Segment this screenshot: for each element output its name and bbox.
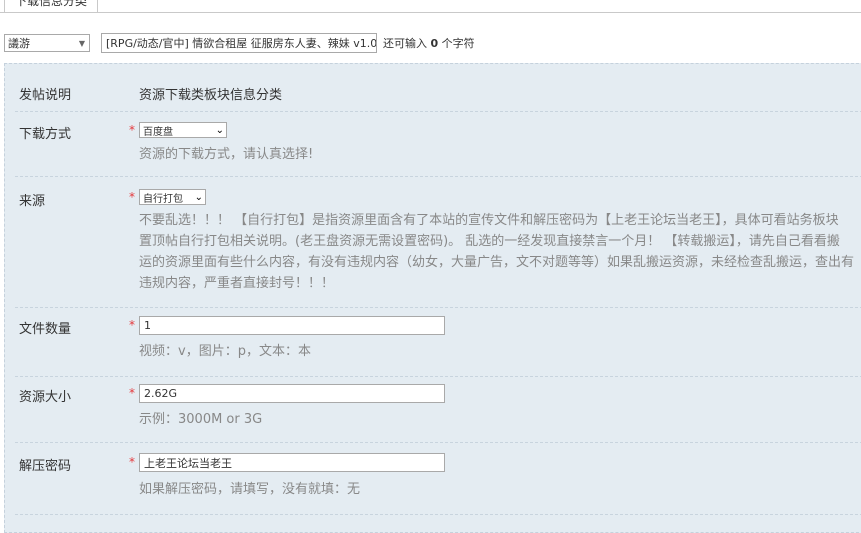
source-label: 来源 xyxy=(19,194,46,209)
title-input-value: [RPG/动态/官中] 情欲合租屋 征服房东人妻、辣妹 v1.01 xyxy=(106,37,377,50)
required-marker: * xyxy=(129,123,135,137)
post-note-value: 资源下载类板块信息分类 xyxy=(139,88,283,103)
required-marker: * xyxy=(129,386,135,400)
download-method-desc: 资源的下载方式，请认真选择! xyxy=(139,147,314,162)
row-unzip-password: 解压密码 * 上老王论坛当老王 如果解压密码，请填写，没有就填：无 xyxy=(15,442,861,515)
required-marker: * xyxy=(129,455,135,469)
row-file-count: 文件数量 * 1 视频：v，图片：p，文本：本 xyxy=(15,307,861,377)
row-download-method: 下载方式 * 百度盘 ⌄ 资源的下载方式，请认真选择! xyxy=(15,111,861,177)
info-form-panel: 发帖说明 资源下载类板块信息分类 下载方式 * 百度盘 ⌄ 资源的下载方式，请认… xyxy=(4,63,861,533)
chevron-down-icon: ▼ xyxy=(78,38,85,48)
resource-size-label: 资源大小 xyxy=(19,390,72,405)
tab-baseline xyxy=(0,12,861,13)
title-toolbar: 議游 ▼ [RPG/动态/官中] 情欲合租屋 征服房东人妻、辣妹 v1.01 还… xyxy=(4,33,475,53)
file-count-input[interactable]: 1 xyxy=(139,316,445,335)
char-count: 0 xyxy=(430,37,439,50)
category-select[interactable]: 議游 ▼ xyxy=(4,34,90,52)
download-method-select[interactable]: 百度盘 ⌄ xyxy=(139,122,227,138)
resource-size-input[interactable]: 2.62G xyxy=(139,384,445,403)
category-select-value: 議游 xyxy=(8,37,30,50)
required-marker: * xyxy=(129,190,135,204)
tab-download-info[interactable]: 下载信息分类 xyxy=(4,0,99,13)
row-post-note: 发帖说明 资源下载类板块信息分类 xyxy=(15,64,861,112)
download-method-label: 下载方式 xyxy=(19,127,72,142)
source-desc: 不要乱选！！！ 【自行打包】是指资源里面含有了本站的宣传文件和解压密码为【上老王… xyxy=(139,213,855,291)
unzip-password-desc: 如果解压密码，请填写，没有就填：无 xyxy=(139,482,361,497)
char-count-hint: 还可输入 0 个字符 xyxy=(383,37,475,50)
chevron-down-icon: ⌄ xyxy=(194,191,203,203)
required-marker: * xyxy=(129,318,135,332)
unzip-password-label: 解压密码 xyxy=(19,459,72,474)
row-source: 来源 * 自行打包 ⌄ 不要乱选！！！ 【自行打包】是指资源里面含有了本站的宣传… xyxy=(15,176,861,308)
post-note-label: 发帖说明 xyxy=(19,88,72,103)
title-input[interactable]: [RPG/动态/官中] 情欲合租屋 征服房东人妻、辣妹 v1.01 xyxy=(101,33,377,53)
unzip-password-input[interactable]: 上老王论坛当老王 xyxy=(139,453,445,472)
source-select[interactable]: 自行打包 ⌄ xyxy=(139,189,206,205)
file-count-label: 文件数量 xyxy=(19,322,72,337)
row-resource-size: 资源大小 * 2.62G 示例：3000M or 3G xyxy=(15,376,861,443)
chevron-down-icon: ⌄ xyxy=(215,124,224,136)
file-count-desc: 视频：v，图片：p，文本：本 xyxy=(139,344,311,359)
resource-size-desc: 示例：3000M or 3G xyxy=(139,412,263,427)
